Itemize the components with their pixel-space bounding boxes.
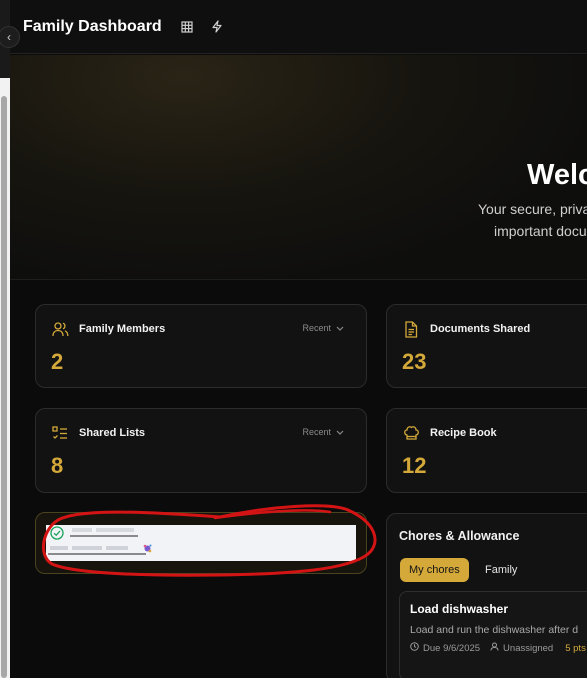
redacted-link-secondary[interactable] [48, 543, 146, 558]
tab-family[interactable]: Family [485, 558, 517, 582]
stat-label: Family Members [79, 323, 166, 335]
chevron-down-icon [336, 427, 344, 437]
stat-label: Recipe Book [430, 427, 497, 439]
chore-description: Load and run the dishwasher after d [410, 624, 579, 636]
check-circle-icon [50, 526, 64, 540]
recent-dropdown[interactable]: Recent [302, 323, 344, 333]
dropdown-label: Recent [302, 323, 331, 333]
stat-card-family-members[interactable]: Family Members Recent 2 [35, 304, 367, 388]
top-header: Family Dashboard [10, 0, 587, 54]
left-scrollbar[interactable] [1, 96, 7, 678]
sparkle-icon [142, 543, 153, 557]
stat-card-recipe-book[interactable]: Recipe Book 12 [386, 408, 587, 493]
chore-due: Due 9/6/2025 [423, 642, 481, 654]
stat-label: Shared Lists [79, 427, 146, 439]
recent-dropdown[interactable]: Recent [302, 427, 344, 437]
stat-label: Documents Shared [430, 323, 531, 335]
chore-card[interactable]: Load dishwasher Load and run the dishwas… [399, 591, 587, 678]
user-icon [490, 642, 499, 654]
chevron-down-icon [336, 323, 344, 333]
stat-card-documents-shared[interactable]: Documents Shared 23 [386, 304, 587, 388]
hero-title: Welc [527, 159, 587, 191]
bolt-icon[interactable] [210, 20, 224, 34]
tab-my-chores[interactable]: My chores [400, 558, 469, 582]
stat-card-shared-lists[interactable]: Shared Lists Recent 8 [35, 408, 367, 493]
chore-meta: Due 9/6/2025 Unassigned 5 pts [410, 642, 586, 654]
hero-subtitle-line2: important docu [494, 223, 587, 239]
chore-assignee: Unassigned [503, 642, 554, 654]
dropdown-label: Recent [302, 427, 331, 437]
chores-title: Chores & Allowance [399, 529, 520, 543]
hero-subtitle: Your secure, priva [478, 201, 587, 217]
chevron-left-icon: ‹ [7, 30, 11, 44]
redacted-content [46, 525, 356, 561]
grid-icon[interactable] [180, 20, 194, 34]
checklist-icon [51, 424, 69, 442]
chef-hat-icon [402, 424, 420, 442]
clock-icon [410, 642, 419, 654]
chores-panel: Chores & Allowance My chores Family Load… [386, 513, 587, 678]
redacted-link[interactable] [70, 525, 140, 540]
stat-value: 12 [402, 453, 427, 478]
page-title: Family Dashboard [23, 17, 162, 35]
stat-value: 23 [402, 349, 427, 374]
document-icon [402, 320, 420, 338]
chore-title: Load dishwasher [410, 602, 509, 616]
hero-banner: Welc Your secure, priva important docu [10, 55, 587, 280]
stat-value: 8 [51, 453, 64, 478]
highlighted-card[interactable] [35, 512, 367, 574]
stat-value: 2 [51, 349, 64, 374]
chore-points: 5 pts [565, 642, 586, 654]
users-icon [51, 320, 69, 338]
